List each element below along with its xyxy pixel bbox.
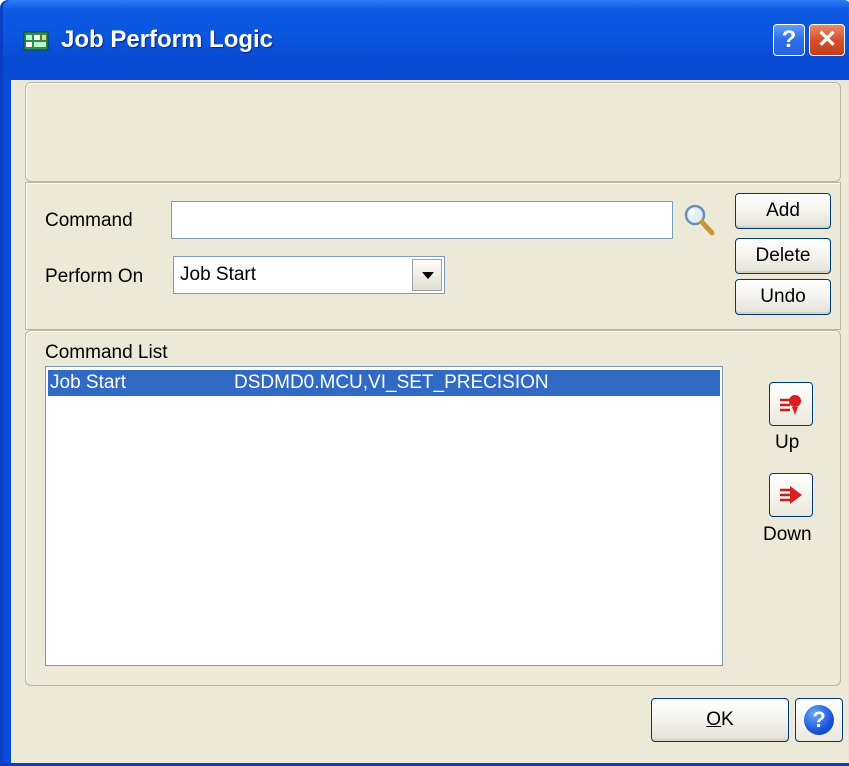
ok-label: K: [721, 709, 734, 730]
command-listbox[interactable]: Job Start DSDMD0.MCU,VI_SET_PRECISION: [45, 366, 723, 666]
command-input[interactable]: [171, 201, 673, 239]
move-down-button[interactable]: [769, 473, 813, 517]
move-up-label: Up: [775, 432, 800, 453]
perform-on-label: Perform On: [45, 266, 144, 287]
title-close-button[interactable]: ✕: [809, 24, 845, 56]
chevron-down-icon[interactable]: [412, 259, 442, 291]
title-help-button[interactable]: ?: [773, 24, 805, 56]
command-list-label: Command List: [45, 342, 168, 363]
title-bar[interactable]: Job Perform Logic ? ✕: [3, 0, 849, 80]
command-list-row[interactable]: Job Start DSDMD0.MCU,VI_SET_PRECISION: [48, 370, 720, 396]
move-up-button[interactable]: [769, 382, 813, 426]
perform-on-value: Job Start: [180, 264, 257, 285]
row-trigger: Job Start: [50, 372, 127, 393]
command-label: Command: [45, 210, 133, 231]
help-button[interactable]: ?: [795, 698, 843, 742]
help-icon: ?: [804, 705, 834, 735]
delete-button[interactable]: Delete: [735, 238, 831, 274]
ok-mnemonic: O: [706, 709, 722, 730]
ok-button[interactable]: OK: [651, 698, 789, 742]
arrow-down-icon: [780, 486, 802, 504]
perform-on-select[interactable]: Job Start: [173, 256, 445, 294]
row-command: DSDMD0.MCU,VI_SET_PRECISION: [234, 372, 549, 393]
add-button[interactable]: Add: [735, 193, 831, 229]
magnifier-icon[interactable]: [681, 202, 717, 238]
arrow-up-icon: [780, 395, 801, 415]
header-panel: [25, 82, 841, 182]
app-window-icon: [23, 31, 49, 51]
dialog-window: Job Perform Logic ? ✕ Command Perform On…: [0, 0, 849, 766]
window-title: Job Perform Logic: [61, 26, 274, 53]
move-down-label: Down: [763, 524, 812, 545]
dialog-body: Command Perform On Job Start Add Delete …: [11, 80, 849, 763]
undo-button[interactable]: Undo: [735, 279, 831, 315]
